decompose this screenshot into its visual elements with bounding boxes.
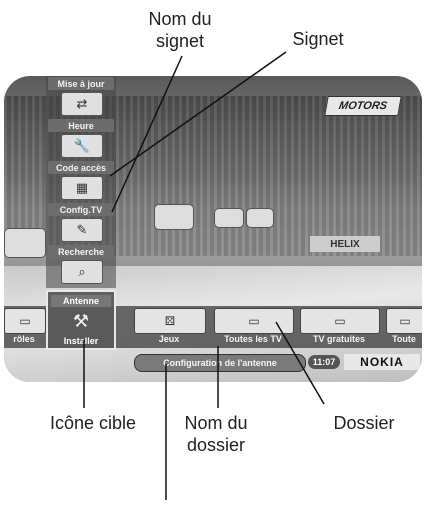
folder-label: Toutes les TV [224,334,282,344]
bookmark-access-code[interactable]: Code accès ▦ [46,160,116,202]
sponsor-sign: MOTORS [324,96,402,116]
folder-games[interactable]: ⚄ Jeux [134,306,206,348]
folder-icon: ▭ [386,308,422,334]
dice-icon: ⚄ [134,308,206,334]
bookmark-label: Heure [48,119,114,132]
folder-label: Jeux [158,334,180,344]
race-car [4,228,46,258]
callout-folder-name-line1: Nom du [184,413,248,433]
folder-label: TV gratuites [312,334,365,344]
target-name: Installer [63,336,99,346]
callout-bookmark-name: Nom du signet [140,8,220,52]
antenna-tools-icon: ⚒ [72,310,90,331]
bookmark-label: Code accès [48,161,114,174]
banner-sign: HELIX [310,236,380,252]
bookmark-update[interactable]: Mise à jour ⇄ [46,76,116,118]
target-antenna[interactable]: Antenne ⚒ Installer [46,290,116,350]
race-car [214,208,244,228]
bookmark-label: Config.TV [48,203,114,216]
folder-all-tv[interactable]: ▭ Toutes les TV [214,306,294,348]
folder-label: rôles [13,334,35,344]
callout-bookmark-name-line1: Nom du [148,9,212,29]
bookmark-label: Recherche [48,245,114,258]
folder-all[interactable]: ▭ Toute [386,306,422,348]
race-car [154,204,194,230]
callout-folder: Dossier [333,413,395,433]
bookmark-column: Mise à jour ⇄ Heure 🔧 Code accès ▦ Confi… [46,76,116,288]
controls-icon: ▭ [4,308,46,334]
race-car [246,208,274,228]
bookmark-tv-config[interactable]: Config.TV ✎ [46,202,116,244]
callout-folder-name: Nom du dossier [176,412,256,456]
folder-label: Toute [392,334,416,344]
tv-screen: MOTORS HELIX Mise à jour ⇄ Heure 🔧 Code … [4,76,422,382]
folder-controls[interactable]: ▭ rôles [4,306,46,348]
tv-free-icon: ▭ [300,308,380,334]
callout-folder-name-line2: dossier [186,435,246,455]
bookmark-label: Mise à jour [48,77,114,90]
clock-wrench-icon: 🔧 [61,134,103,158]
satellite-update-icon: ⇄ [61,92,103,116]
keypad-icon: ▦ [61,176,103,200]
bookmark-search[interactable]: Recherche ⌕ [46,244,116,286]
callout-target-icon: Icône cible [49,413,137,433]
target-label: Antenne [51,295,111,307]
tv-config-icon: ✎ [61,218,103,242]
status-bar: Configuration de l'antenne 11:07 NOKIA [134,354,420,372]
callout-bookmark: Signet [292,29,344,49]
status-time: 11:07 [308,355,340,369]
bookmark-time[interactable]: Heure 🔧 [46,118,116,160]
folder-free-tv[interactable]: ▭ TV gratuites [300,306,380,348]
status-title: Configuration de l'antenne [134,354,306,372]
search-icon: ⌕ [61,260,103,284]
callout-bookmark-name-line2: signet [155,31,205,51]
tv-folder-icon: ▭ [214,308,294,334]
brand-logo: NOKIA [344,354,420,370]
